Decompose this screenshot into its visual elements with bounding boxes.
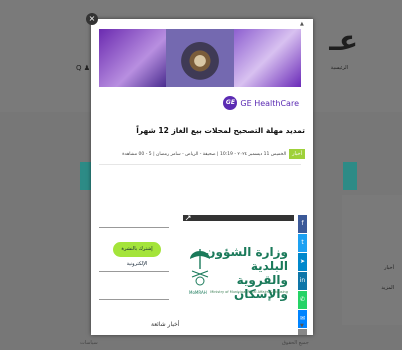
ministry-ad[interactable]: MoMRAH وزارة الشؤون البلدية والقروية وال… [183, 215, 294, 333]
divider [99, 164, 301, 165]
close-icon[interactable]: × [86, 13, 98, 25]
subscribe-button[interactable]: إشترك بالنشرة الإلكترونية [113, 242, 161, 267]
footer-left-text: سياسات [80, 340, 98, 346]
article-meta: أخبار الخميس 11 ديسمبر ٢٠٢٤ - 10:19 | صح… [122, 149, 305, 159]
search-icon[interactable]: Q ♟ [76, 64, 90, 72]
scroll-up-icon[interactable]: ▲ [300, 21, 304, 27]
site-logo: عـ [329, 24, 359, 57]
right-panel-line: المزيد [381, 285, 394, 291]
article-title: تمديد مهلة التصحيح لمحلات بيع الغاز 12 ش… [136, 126, 305, 135]
footer-right-text: جميع الحقوق [282, 340, 309, 346]
expand-icon[interactable] [185, 215, 193, 221]
divider [99, 271, 169, 272]
banner-photo-2 [166, 29, 234, 87]
ad-topbar [183, 215, 294, 221]
modal-scrollbar[interactable]: ▲ ▼ [300, 21, 306, 333]
right-panel-title: أخبار [384, 265, 394, 271]
nav-home-link[interactable]: الرئيسية [331, 65, 348, 71]
ge-logo-row: GE GE HealthCare [99, 93, 301, 115]
ge-healthcare-logo: GE GE HealthCare [223, 96, 299, 110]
ge-monogram-icon: GE [223, 96, 238, 110]
ge-brand-text: GE HealthCare [240, 98, 299, 108]
divider [99, 299, 169, 300]
latest-news-heading: أخبار شائعة [151, 321, 180, 328]
popup-modal: GE GE HealthCare تمديد مهلة التصحيح لمحل… [91, 19, 313, 335]
newsletter-box: إشترك بالنشرة الإلكترونية [99, 219, 169, 319]
right-panel: أخبار المزيد [342, 195, 402, 325]
meta-text: الخميس 11 ديسمبر ٢٠٢٤ - 10:19 | صحيفة - … [122, 151, 287, 157]
ad-arabic-line-2: والقروية والإسكان [233, 273, 288, 301]
ad-english-title: Ministry of Municipal Rural Affairs & Ho… [210, 290, 288, 294]
divider [99, 227, 169, 228]
slider-next-button[interactable] [343, 162, 357, 190]
banner-photo-3 [233, 29, 301, 87]
ad-arabic-line-1: وزارة الشؤون البلدية [205, 245, 288, 273]
banner-photo-1 [99, 29, 167, 87]
banner-image[interactable] [99, 29, 301, 87]
scroll-down-icon[interactable]: ▼ [300, 323, 304, 329]
